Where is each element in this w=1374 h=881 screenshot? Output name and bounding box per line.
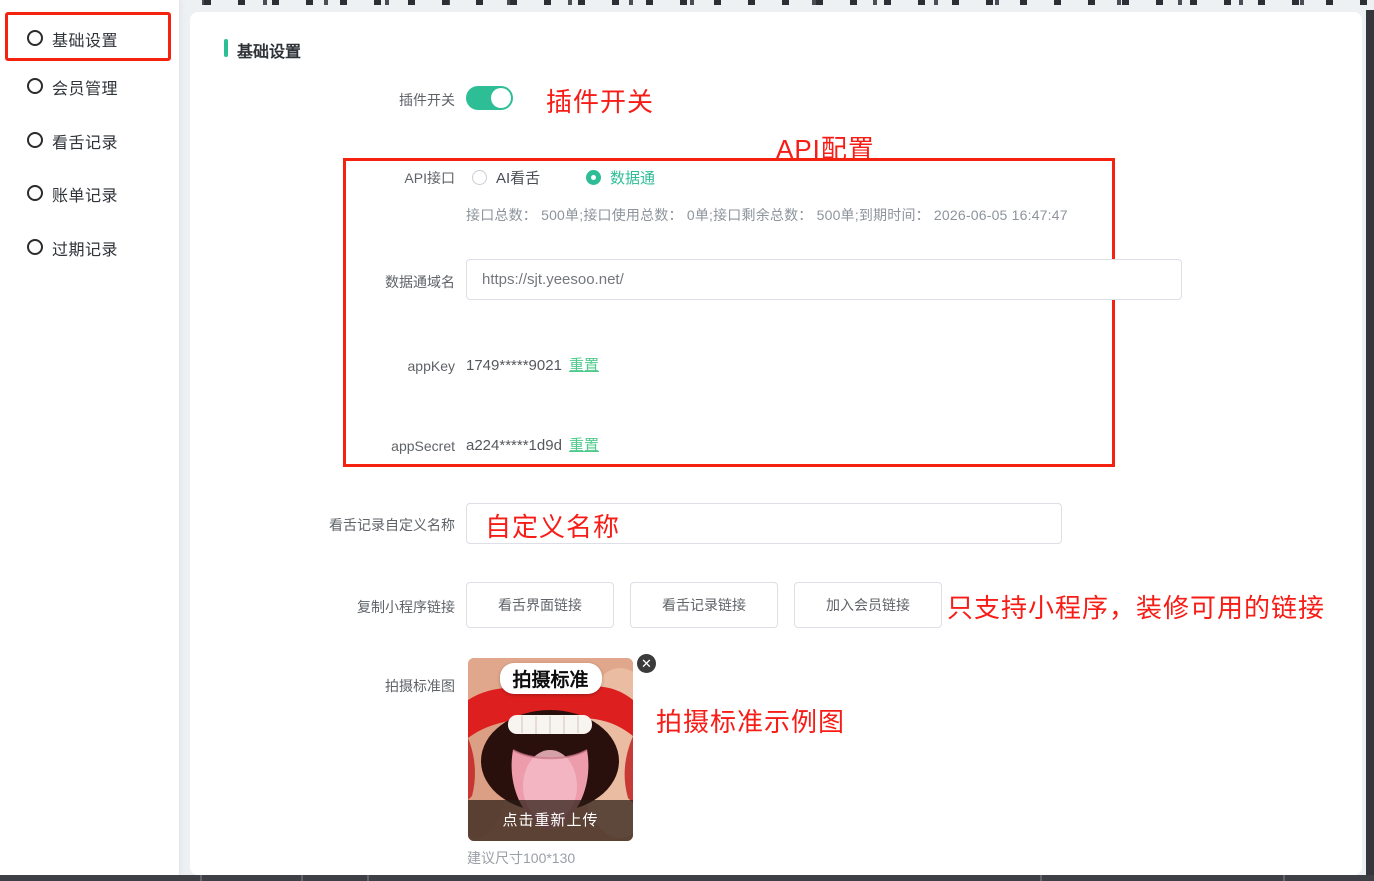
api-interface-label: API接口 xyxy=(190,168,455,188)
domain-label: 数据通域名 xyxy=(190,272,455,292)
api-quota-info: 接口总数： 500单;接口使用总数： 0单;接口剩余总数： 500单;到期时间：… xyxy=(466,205,1068,225)
circle-icon xyxy=(27,185,43,201)
photo-badge: 拍摄标准 xyxy=(499,663,601,694)
appsecret-value: a224*****1d9d xyxy=(466,437,562,454)
mini-links-label: 复制小程序链接 xyxy=(190,597,455,617)
circle-icon xyxy=(27,30,43,46)
radio-datatong-label[interactable]: 数据通 xyxy=(610,167,655,188)
sidebar-item-expired-records[interactable]: 过期记录 xyxy=(0,232,179,262)
sidebar-item-bill-records[interactable]: 账单记录 xyxy=(0,178,179,208)
remove-photo-icon[interactable]: ✕ xyxy=(637,654,656,673)
tongue-record-link-button[interactable]: 看舌记录链接 xyxy=(630,582,778,628)
annotation-custom-name: 自定义名称 xyxy=(485,508,620,547)
sidebar-item-label: 基础设置 xyxy=(52,27,118,51)
sidebar-item-basic-settings[interactable]: 基础设置 xyxy=(0,23,179,53)
appkey-label: appKey xyxy=(190,356,455,376)
tongue-ui-link-button[interactable]: 看舌界面链接 xyxy=(466,582,614,628)
sidebar-item-label: 会员管理 xyxy=(52,75,118,99)
sidebar-item-label: 账单记录 xyxy=(52,182,118,206)
domain-input[interactable]: https://sjt.yeesoo.net/ xyxy=(466,259,1182,300)
cropped-top-edge xyxy=(0,0,1374,5)
plugin-switch-label: 插件开关 xyxy=(190,90,455,110)
appkey-value: 1749*****9021 xyxy=(466,357,562,374)
appkey-value-row: 1749*****9021 重置 xyxy=(466,356,599,376)
appsecret-label: appSecret xyxy=(190,436,455,456)
sidebar: 基础设置 会员管理 看舌记录 账单记录 过期记录 xyxy=(0,0,180,875)
toggle-knob xyxy=(491,88,511,108)
window-right-edge xyxy=(1366,10,1374,881)
radio-datatong[interactable] xyxy=(586,170,601,185)
standard-photo-label: 拍摄标准图 xyxy=(190,676,455,696)
photo-size-hint: 建议尺寸100*130 xyxy=(467,848,575,868)
sidebar-item-label: 看舌记录 xyxy=(52,129,118,153)
custom-name-input[interactable]: 自定义名称 xyxy=(466,503,1062,544)
annotation-plugin-switch: 插件开关 xyxy=(546,82,654,119)
page-title: 基础设置 xyxy=(237,38,301,62)
custom-name-label: 看舌记录自定义名称 xyxy=(190,515,455,535)
radio-ai-tongue[interactable] xyxy=(472,170,487,185)
sidebar-item-label: 过期记录 xyxy=(52,236,118,260)
reupload-overlay[interactable]: 点击重新上传 xyxy=(468,800,633,841)
circle-icon xyxy=(27,239,43,255)
sidebar-item-member-management[interactable]: 会员管理 xyxy=(0,71,179,101)
sidebar-item-tongue-records[interactable]: 看舌记录 xyxy=(0,125,179,155)
annotation-mini-links: 只支持小程序，装修可用的链接 xyxy=(947,588,1325,625)
join-member-link-button[interactable]: 加入会员链接 xyxy=(794,582,942,628)
annotation-photo-sample: 拍摄标准示例图 xyxy=(656,702,845,739)
appsecret-reset-link[interactable]: 重置 xyxy=(569,437,599,454)
standard-photo-upload[interactable]: 拍摄标准 点击重新上传 xyxy=(468,658,633,841)
settings-page: 基础设置 会员管理 看舌记录 账单记录 过期记录 基础设置 插件开关 插件开关 xyxy=(0,0,1374,881)
circle-icon xyxy=(27,78,43,94)
circle-icon xyxy=(27,132,43,148)
window-bottom-edge xyxy=(0,875,1374,881)
annotation-api-config: API配置 xyxy=(776,129,875,166)
radio-ai-tongue-label[interactable]: AI看舌 xyxy=(496,167,540,188)
settings-card: 基础设置 插件开关 插件开关 API配置 API接口 AI看舌 数据通 接口总数… xyxy=(190,12,1362,875)
appkey-reset-link[interactable]: 重置 xyxy=(569,357,599,374)
title-accent-bar xyxy=(224,39,228,57)
appsecret-value-row: a224*****1d9d 重置 xyxy=(466,436,599,456)
plugin-switch-toggle[interactable] xyxy=(466,86,513,110)
